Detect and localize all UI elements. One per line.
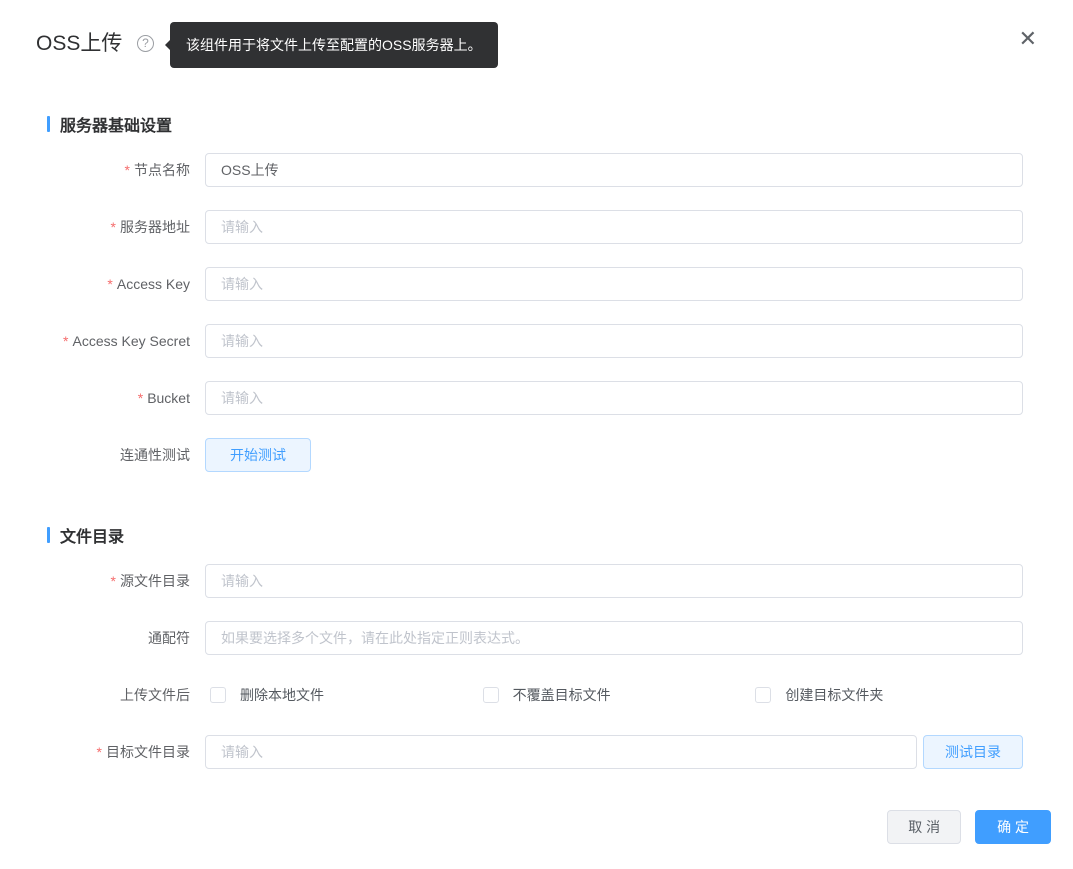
field-label: * 源文件目录 [0,571,205,591]
field-label-text: Access Key [116,276,190,292]
field-label-text: 节点名称 [134,162,190,178]
field-label-text: 源文件目录 [120,573,190,589]
field-row-bucket: * Bucket [0,381,1023,415]
field-label: * 服务器地址 [0,217,205,237]
access-key-input[interactable] [205,267,1023,301]
field-label-text: 连通性测试 [120,447,190,463]
checkbox-label: 删除本地文件 [240,687,324,703]
field-label: * 节点名称 [0,160,205,180]
close-icon[interactable]: ✕ [1019,28,1037,50]
delete-local-files-checkbox[interactable] [210,687,226,703]
required-mark: * [96,744,102,760]
field-row-server-address: * 服务器地址 [0,210,1023,244]
start-test-button[interactable]: 开始测试 [205,438,311,472]
test-dir-button[interactable]: 测试目录 [923,735,1023,769]
required-mark: * [110,219,116,235]
required-mark: * [124,162,130,178]
help-tooltip: 该组件用于将文件上传至配置的OSS服务器上。 [170,22,498,68]
field-label-text: 服务器地址 [120,219,190,235]
field-label-text: 通配符 [148,630,190,646]
dialog-footer: 取 消 确 定 [887,810,1051,844]
section-title: 文件目录 [60,529,125,546]
no-overwrite-target-checkbox[interactable] [482,687,499,703]
field-label: 通配符 [0,628,205,648]
source-dir-input[interactable] [205,564,1023,598]
help-icon[interactable]: ? [137,35,154,52]
no-overwrite-target-option: 不覆盖目标文件 [478,685,751,705]
section-server-settings: 服务器基础设置 [47,112,1073,136]
required-mark: * [110,573,116,589]
field-label-text: 上传文件后 [120,687,190,703]
cancel-button[interactable]: 取 消 [887,810,962,844]
field-row-connectivity-test: 连通性测试 开始测试 [0,438,1023,472]
field-label: * Access Key [0,276,205,292]
field-row-access-key-secret: * Access Key Secret [0,324,1023,358]
section-file-directory: 文件目录 [47,523,1073,547]
target-dir-input[interactable] [205,735,917,769]
field-label-text: 目标文件目录 [106,744,190,760]
delete-local-files-option: 删除本地文件 [205,685,478,705]
field-row-target-dir: *目标文件目录 测试目录 [0,735,1023,769]
field-label-text: Access Key Secret [72,333,191,349]
field-row-access-key: * Access Key [0,267,1023,301]
field-label: * Access Key Secret [0,333,205,349]
create-target-folder-checkbox[interactable] [755,687,772,703]
section-accent-bar [47,116,50,132]
field-row-source-dir: * 源文件目录 [0,564,1023,598]
required-mark: * [137,390,144,406]
dialog-header: OSS上传 ? 该组件用于将文件上传至配置的OSS服务器上。 ✕ [0,0,1073,112]
node-name-input[interactable] [205,153,1023,187]
create-target-folder-option: 创建目标文件夹 [750,685,1023,705]
required-mark: * [107,276,113,292]
server-address-input[interactable] [205,210,1023,244]
field-label: * 目标文件目录 [0,742,205,762]
access-key-secret-input[interactable] [205,324,1023,358]
field-row-node-name: * 节点名称 [0,153,1023,187]
field-label-text: Bucket [147,390,190,406]
checkbox-label: 创建目标文件夹 [785,687,884,703]
section-title: 服务器基础设置 [60,118,173,135]
after-upload-options: 删除本地文件 不覆盖目标文件 创建目标文件夹 [205,685,1023,705]
field-row-wildcard: 通配符 [0,621,1023,655]
page-title: OSS上传 [36,32,123,55]
field-label: * Bucket [0,390,205,406]
section-accent-bar [47,527,50,543]
required-mark: * [63,333,69,349]
field-label: 连通性测试 [0,445,205,465]
field-label: 上传文件后 [0,685,205,705]
field-row-after-upload: 上传文件后 删除本地文件 不覆盖目标文件 创建目标文件夹 [0,678,1023,712]
checkbox-label: 不覆盖目标文件 [512,687,611,703]
wildcard-input[interactable] [205,621,1023,655]
confirm-button[interactable]: 确 定 [975,810,1051,844]
bucket-input[interactable] [205,381,1023,415]
